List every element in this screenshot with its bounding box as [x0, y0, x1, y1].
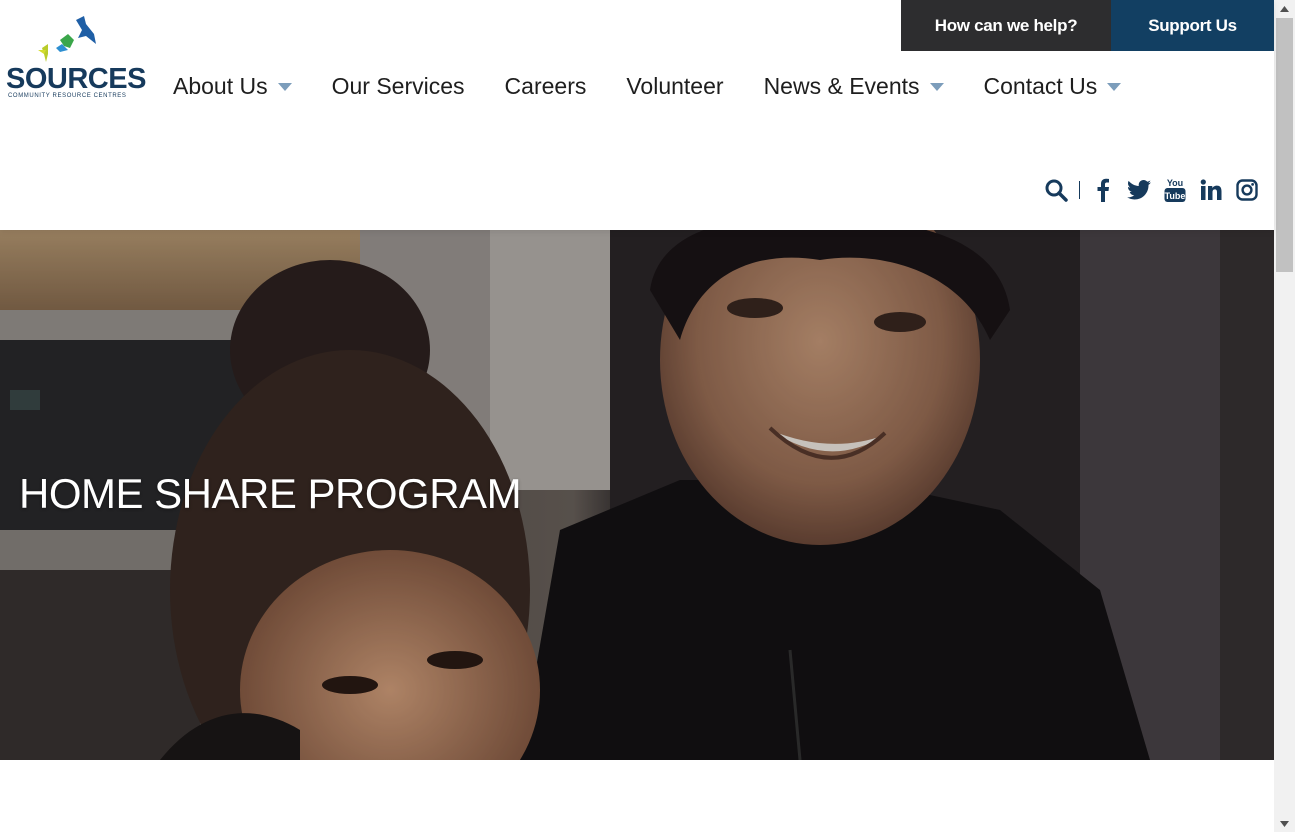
nav-item-volunteer[interactable]: Volunteer	[626, 73, 723, 100]
divider	[1079, 181, 1080, 199]
nav-item-careers[interactable]: Careers	[505, 73, 587, 100]
chevron-down-icon	[277, 83, 292, 91]
chevron-down-icon	[1107, 83, 1122, 91]
logo-tagline: COMMUNITY RESOURCE CENTRES	[8, 93, 127, 99]
search-icon[interactable]	[1043, 177, 1069, 203]
nav-item-label: Volunteer	[626, 72, 724, 99]
how-can-we-help-button[interactable]: How can we help?	[901, 0, 1111, 51]
nav-item-about-us[interactable]: About Us	[173, 73, 292, 100]
nav-item-news-events[interactable]: News & Events	[764, 73, 944, 100]
page-title: HOME SHARE PROGRAM	[19, 470, 522, 517]
vertical-scrollbar[interactable]	[1274, 0, 1295, 832]
page: SOURCES COMMUNITY RESOURCE CENTRES How c…	[0, 0, 1274, 832]
utility-bar: How can we help? Support Us	[901, 0, 1274, 51]
linkedin-icon[interactable]	[1198, 177, 1224, 203]
site-logo[interactable]: SOURCES COMMUNITY RESOURCE CENTRES	[4, 14, 146, 104]
birds-logo-icon	[38, 16, 96, 62]
social-links: You Tube	[1033, 176, 1260, 204]
support-us-button[interactable]: Support Us	[1111, 0, 1274, 51]
hero-banner: HOME SHARE PROGRAM	[0, 230, 1274, 760]
logo-wordmark: SOURCES	[6, 63, 146, 95]
nav-item-contact-us[interactable]: Contact Us	[984, 73, 1122, 100]
nav-item-label: Careers	[504, 72, 587, 99]
instagram-icon[interactable]	[1234, 177, 1260, 203]
nav-item-our-services[interactable]: Our Services	[332, 73, 465, 100]
youtube-icon-bottom-text: Tube	[1165, 191, 1186, 201]
nav-item-label: Our Services	[331, 72, 465, 99]
youtube-icon-top-text: You	[1167, 178, 1183, 188]
twitter-icon[interactable]	[1126, 177, 1152, 203]
site-header: SOURCES COMMUNITY RESOURCE CENTRES How c…	[0, 0, 1274, 230]
main-nav: About Us Our Services Careers Volunteer …	[173, 70, 1161, 102]
youtube-icon[interactable]: You Tube	[1162, 177, 1188, 203]
scrollbar-thumb[interactable]	[1276, 18, 1293, 272]
scroll-down-icon[interactable]	[1274, 815, 1295, 832]
facebook-icon[interactable]	[1090, 177, 1116, 203]
chevron-down-icon	[929, 83, 944, 91]
nav-item-label: Contact Us	[983, 72, 1098, 99]
nav-item-label: About Us	[173, 72, 268, 99]
nav-item-label: News & Events	[763, 72, 920, 99]
scroll-up-icon[interactable]	[1274, 0, 1295, 17]
